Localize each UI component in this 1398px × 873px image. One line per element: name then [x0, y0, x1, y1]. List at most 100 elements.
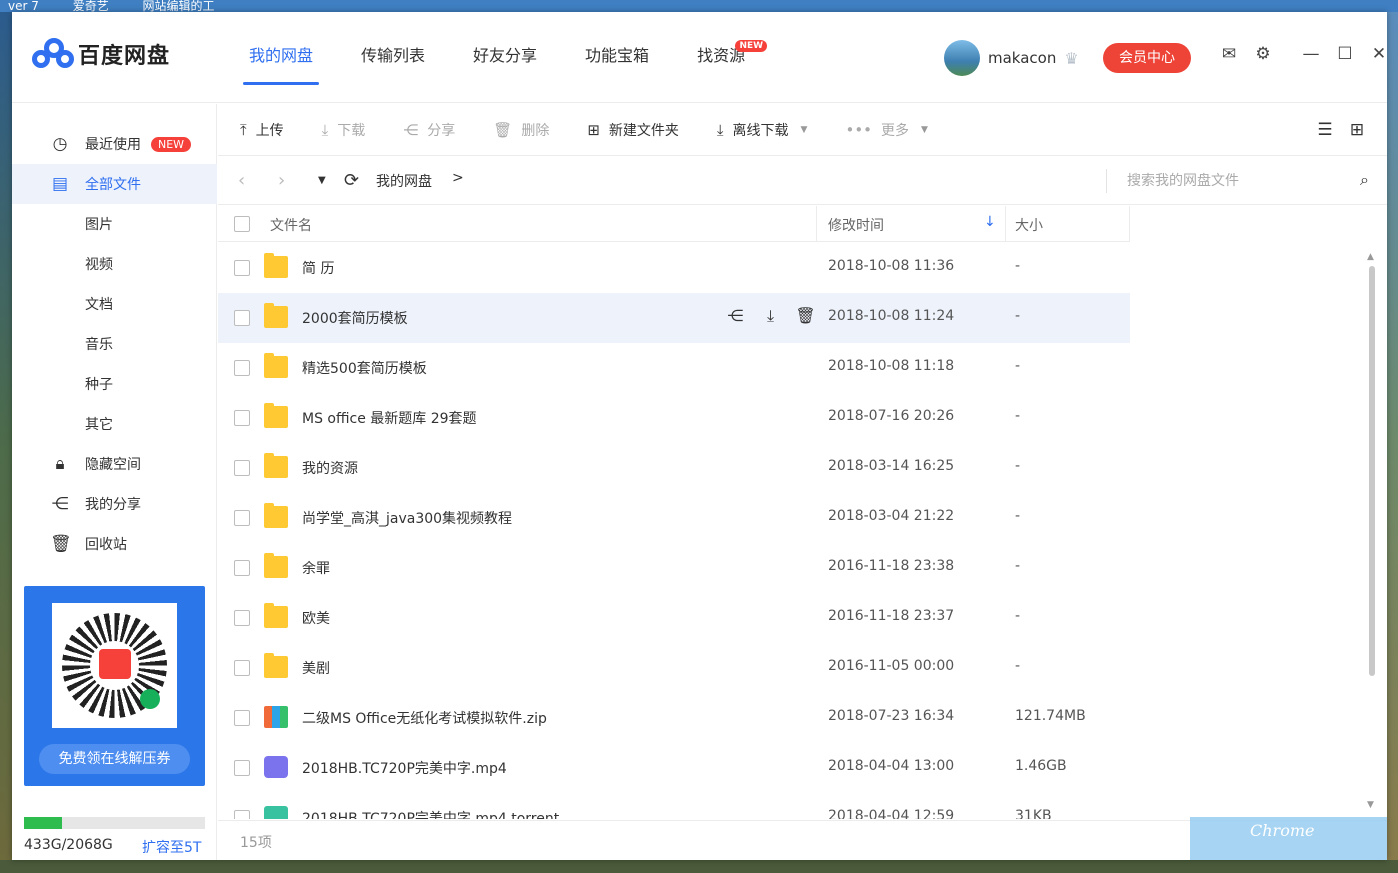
- file-name[interactable]: 精选500套简历模板: [302, 358, 427, 378]
- download-icon[interactable]: ⤓: [753, 306, 788, 326]
- offline-download-button[interactable]: ⤓ 离线下载 ▼: [717, 120, 808, 140]
- row-checkbox[interactable]: [234, 810, 250, 819]
- history-dropdown-icon[interactable]: ▼: [318, 175, 344, 186]
- row-checkbox[interactable]: [234, 760, 250, 776]
- row-checkbox[interactable]: [234, 710, 250, 726]
- file-name[interactable]: 2018HB.TC720P完美中字.mp4.torrent: [302, 808, 559, 819]
- tab-my-disk[interactable]: 我的网盘: [225, 12, 337, 103]
- row-checkbox[interactable]: [234, 660, 250, 676]
- breadcrumb-separator: >: [452, 170, 464, 186]
- more-button[interactable]: ••• 更多 ▼: [845, 120, 927, 140]
- breadcrumb[interactable]: 我的网盘: [376, 171, 432, 191]
- desktop-item[interactable]: 爱奇艺: [73, 0, 109, 12]
- maximize-icon[interactable]: ☐: [1328, 44, 1362, 64]
- row-checkbox[interactable]: [234, 610, 250, 626]
- search-input[interactable]: [1127, 169, 1327, 193]
- row-checkbox[interactable]: [234, 360, 250, 376]
- column-divider[interactable]: [1129, 206, 1130, 242]
- user-info[interactable]: makacon ♛: [944, 40, 1079, 76]
- upload-button[interactable]: ⤒ 上传: [240, 120, 284, 140]
- file-name[interactable]: 美剧: [302, 658, 330, 678]
- tab-friend-share[interactable]: 好友分享: [449, 12, 561, 103]
- expand-storage-link[interactable]: 扩容至5T: [142, 837, 201, 857]
- caret-down-icon: ▼: [921, 124, 928, 135]
- table-row[interactable]: MS office 最新题库 29套题 2018-07-16 20:26 -: [218, 393, 1130, 443]
- minimize-icon[interactable]: —: [1294, 44, 1328, 64]
- sidebar-item-images[interactable]: 图片: [12, 204, 217, 244]
- trash-icon[interactable]: 🗑︎: [788, 306, 823, 326]
- row-checkbox[interactable]: [234, 510, 250, 526]
- desktop-item[interactable]: 网站编辑的工: [143, 0, 215, 12]
- file-name[interactable]: 我的资源: [302, 458, 358, 478]
- table-row[interactable]: 尚学堂_高淇_java300集视频教程 2018-03-04 21:22 -: [218, 493, 1130, 543]
- file-name[interactable]: 尚学堂_高淇_java300集视频教程: [302, 508, 512, 528]
- sort-desc-icon[interactable]: ↓: [984, 214, 996, 230]
- search-icon[interactable]: ⌕: [1360, 170, 1369, 190]
- forward-icon[interactable]: ›: [278, 170, 318, 191]
- promo-card[interactable]: 免费领在线解压券: [24, 586, 205, 786]
- file-name[interactable]: 二级MS Office无纸化考试模拟软件.zip: [302, 708, 547, 728]
- table-row[interactable]: 欧美 2016-11-18 23:37 -: [218, 593, 1130, 643]
- sidebar-item-recent[interactable]: ◷ 最近使用 NEW: [12, 124, 217, 164]
- column-divider[interactable]: [1005, 206, 1006, 242]
- file-name[interactable]: 简 历: [302, 258, 334, 278]
- row-checkbox[interactable]: [234, 310, 250, 326]
- table-row[interactable]: 2000套简历模板 ⋲ ⤓ 🗑︎ 2018-10-08 11:24 -: [218, 293, 1130, 343]
- vip-center-button[interactable]: 会员中心: [1103, 43, 1191, 73]
- table-row[interactable]: 2018HB.TC720P完美中字.mp4.torrent 2018-04-04…: [218, 793, 1130, 819]
- sidebar-item-my-shares[interactable]: ⋲ 我的分享: [12, 484, 217, 524]
- table-row[interactable]: 简 历 2018-10-08 11:36 -: [218, 243, 1130, 293]
- file-name[interactable]: 2018HB.TC720P完美中字.mp4: [302, 758, 507, 778]
- new-folder-button[interactable]: ⊞ 新建文件夹: [587, 120, 679, 140]
- column-name-header[interactable]: 文件名: [270, 215, 312, 235]
- sidebar-item-music[interactable]: 音乐: [12, 324, 217, 364]
- grid-view-icon[interactable]: ⊞: [1341, 120, 1373, 140]
- avatar[interactable]: [944, 40, 980, 76]
- table-row[interactable]: 余罪 2016-11-18 23:38 -: [218, 543, 1130, 593]
- table-row[interactable]: 2018HB.TC720P完美中字.mp4 2018-04-04 13:00 1…: [218, 743, 1130, 793]
- column-time-header[interactable]: 修改时间: [828, 215, 884, 235]
- scroll-down-icon[interactable]: ▼: [1367, 800, 1374, 810]
- tab-transfer-list[interactable]: 传输列表: [337, 12, 449, 103]
- desktop-item[interactable]: ver 7: [8, 0, 39, 12]
- sidebar-item-torrents[interactable]: 种子: [12, 364, 217, 404]
- row-checkbox[interactable]: [234, 460, 250, 476]
- sidebar-item-others[interactable]: 其它: [12, 404, 217, 444]
- column-size-header[interactable]: 大小: [1015, 215, 1043, 235]
- file-name[interactable]: 余罪: [302, 558, 330, 578]
- column-divider[interactable]: [816, 206, 817, 242]
- file-name[interactable]: 欧美: [302, 608, 330, 628]
- row-checkbox[interactable]: [234, 260, 250, 276]
- file-toolbar: ⤒ 上传 ⤓ 下载 ⋲ 分享 🗑︎ 删除 ⊞ 新建文件夹 ⤓ 离线下载 ▼ ••• 更多 ▼ ☰ …: [218, 104, 1387, 156]
- mail-icon[interactable]: ✉: [1212, 44, 1246, 64]
- file-name[interactable]: 2000套简历模板: [302, 308, 408, 328]
- row-checkbox[interactable]: [234, 560, 250, 576]
- sidebar-item-recycle-bin[interactable]: 🗑︎ 回收站: [12, 524, 217, 564]
- tab-find-resources[interactable]: 找资源 NEW: [673, 12, 769, 103]
- delete-button[interactable]: 🗑︎ 删除: [493, 120, 549, 140]
- tab-toolbox[interactable]: 功能宝箱: [561, 12, 673, 103]
- share-button[interactable]: ⋲ 分享: [403, 120, 455, 140]
- vertical-scrollbar[interactable]: ▲ ▼: [1367, 252, 1377, 820]
- share-icon[interactable]: ⋲: [718, 306, 753, 326]
- table-row[interactable]: 二级MS Office无纸化考试模拟软件.zip 2018-07-23 16:3…: [218, 693, 1130, 743]
- select-all-checkbox[interactable]: [234, 216, 250, 232]
- settings-icon[interactable]: ⚙: [1246, 44, 1280, 64]
- scrollbar-thumb[interactable]: [1369, 266, 1375, 676]
- sort-icon[interactable]: ☰: [1309, 120, 1341, 140]
- username[interactable]: makacon: [988, 49, 1056, 67]
- sidebar-item-all-files[interactable]: ▤ 全部文件: [12, 164, 217, 204]
- sidebar-item-documents[interactable]: 文档: [12, 284, 217, 324]
- row-checkbox[interactable]: [234, 410, 250, 426]
- free-unzip-coupon-button[interactable]: 免费领在线解压券: [39, 744, 190, 774]
- sidebar-item-videos[interactable]: 视频: [12, 244, 217, 284]
- table-row[interactable]: 美剧 2016-11-05 00:00 -: [218, 643, 1130, 693]
- scroll-up-icon[interactable]: ▲: [1367, 252, 1374, 262]
- file-name[interactable]: MS office 最新题库 29套题: [302, 408, 477, 428]
- close-icon[interactable]: ✕: [1362, 44, 1396, 64]
- sidebar-item-hidden-space[interactable]: 🔒︎ 隐藏空间: [12, 444, 217, 484]
- table-row[interactable]: 我的资源 2018-03-14 16:25 -: [218, 443, 1130, 493]
- back-icon[interactable]: ‹: [238, 170, 278, 191]
- table-row[interactable]: 精选500套简历模板 2018-10-08 11:18 -: [218, 343, 1130, 393]
- download-button[interactable]: ⤓ 下载: [322, 120, 366, 140]
